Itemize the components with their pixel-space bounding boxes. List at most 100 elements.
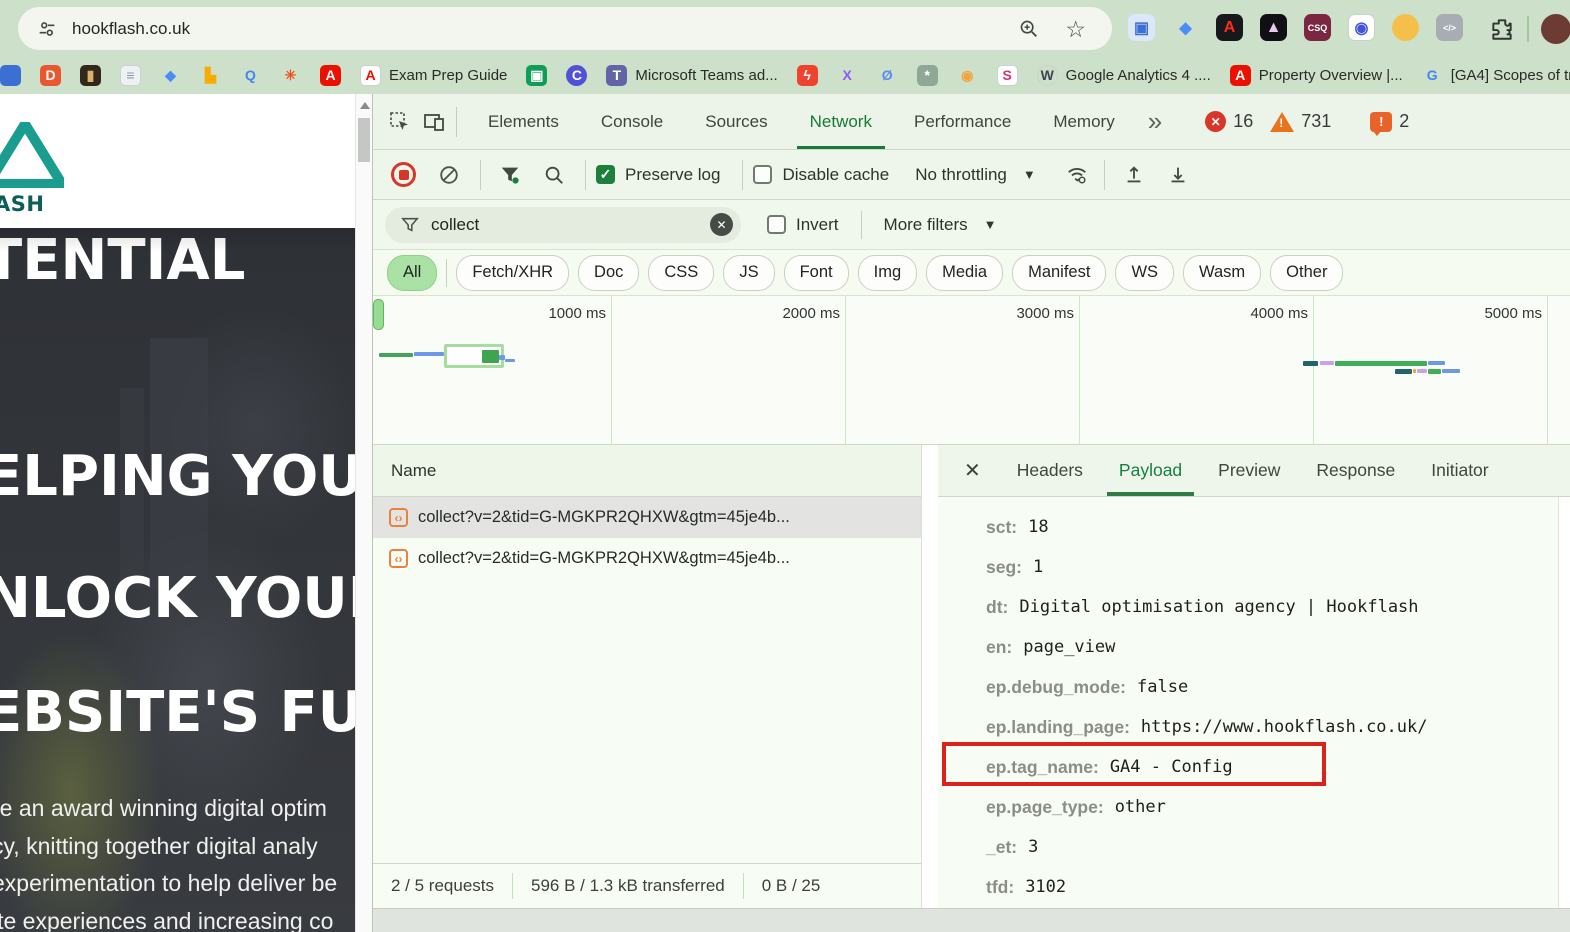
payload-row[interactable]: ep.tag_name: GA4 - Config xyxy=(942,742,1570,787)
extension-icon[interactable]: ◉ xyxy=(1348,14,1375,41)
throttling-select[interactable]: No throttling xyxy=(915,165,1007,185)
export-har-icon[interactable] xyxy=(1167,164,1189,186)
extension-icon[interactable]: </> xyxy=(1436,14,1463,41)
resource-filter-chip[interactable]: CSS xyxy=(648,254,715,291)
search-icon[interactable] xyxy=(543,164,565,186)
panel-scrollbar[interactable] xyxy=(1558,497,1570,908)
requests-table-header[interactable]: Name xyxy=(373,445,921,497)
request-row[interactable]: ‹› collect?v=2&tid=G-MGKPR2QHXW&gtm=45je… xyxy=(373,497,921,538)
bookmark-star-icon[interactable]: ☆ xyxy=(1065,17,1086,40)
payload-row[interactable]: sct: 18 xyxy=(986,507,1570,547)
bookmark-item[interactable] xyxy=(0,64,21,86)
inspect-element-icon[interactable] xyxy=(388,110,412,134)
hookflash-logo-text[interactable]: ASH xyxy=(0,192,44,216)
disable-cache-label[interactable]: Disable cache xyxy=(782,165,889,185)
devtools-tab[interactable]: Performance xyxy=(893,94,1032,149)
extension-icon[interactable]: ▲ xyxy=(1260,14,1287,41)
resource-filter-chip[interactable]: Manifest xyxy=(1012,254,1107,291)
device-toolbar-icon[interactable] xyxy=(422,110,446,134)
payload-row[interactable]: tfd: 3102 xyxy=(986,867,1570,907)
profile-avatar[interactable] xyxy=(1541,14,1570,44)
filter-icon[interactable] xyxy=(499,164,521,186)
clear-filter-icon[interactable]: ✕ xyxy=(710,213,733,236)
payload-row[interactable]: _et: 3 xyxy=(986,827,1570,867)
filter-input[interactable]: collect ✕ xyxy=(385,206,741,243)
bookmark-item[interactable]: ≡ xyxy=(120,64,141,86)
detail-tab[interactable]: Initiator xyxy=(1413,445,1506,496)
bookmark-item[interactable]: S xyxy=(996,64,1018,86)
detail-tab[interactable]: Response xyxy=(1298,445,1413,496)
bookmark-item[interactable]: ◉ xyxy=(957,65,978,86)
import-har-icon[interactable] xyxy=(1123,164,1145,186)
payload-row[interactable]: dt: Digital optimisation agency | Hookfl… xyxy=(986,587,1570,627)
throttling-caret-icon[interactable]: ▼ xyxy=(1023,167,1036,182)
devtools-tab[interactable]: Network xyxy=(789,94,893,149)
extension-icon[interactable]: CSQ xyxy=(1304,14,1331,41)
name-column-header[interactable]: Name xyxy=(391,461,436,481)
bookmark-item[interactable]: * xyxy=(916,64,938,86)
scrollbar-up-arrow-icon[interactable] xyxy=(360,102,370,109)
resource-filter-chip[interactable]: Wasm xyxy=(1183,254,1262,291)
extension-icon[interactable]: A xyxy=(1216,14,1243,41)
payload-row[interactable]: ep.landing_page: https://www.hookflash.c… xyxy=(986,707,1570,747)
overview-left-handle[interactable] xyxy=(373,299,384,330)
detail-tab[interactable]: Headers xyxy=(999,445,1101,496)
resource-filter-chip[interactable]: Img xyxy=(857,254,918,291)
invert-checkbox[interactable] xyxy=(767,215,786,234)
extension-icon[interactable]: ▣ xyxy=(1128,14,1155,41)
payload-row[interactable]: ep.page_type: other xyxy=(986,787,1570,827)
request-row[interactable]: ‹› collect?v=2&tid=G-MGKPR2QHXW&gtm=45je… xyxy=(373,538,921,579)
address-bar[interactable]: hookflash.co.uk ☆ xyxy=(18,7,1112,50)
extension-icon[interactable]: ◆ xyxy=(1172,14,1199,41)
bookmark-item[interactable]: D xyxy=(40,64,61,86)
devtools-tab[interactable]: Elements xyxy=(467,94,580,149)
bookmark-item[interactable]: G [GA4] Scopes of traf... xyxy=(1422,65,1570,86)
page-scrollbar[interactable] xyxy=(355,94,372,932)
preserve-log-checkbox[interactable]: ✓ xyxy=(596,165,615,184)
zoom-icon[interactable] xyxy=(1018,18,1040,40)
site-settings-icon[interactable] xyxy=(36,18,58,40)
network-conditions-icon[interactable] xyxy=(1066,164,1088,186)
bookmark-item[interactable]: T Microsoft Teams ad... xyxy=(606,64,778,86)
scrollbar-thumb[interactable] xyxy=(358,118,370,162)
more-filters-caret-icon[interactable]: ▼ xyxy=(984,217,997,232)
pane-splitter[interactable] xyxy=(921,445,938,908)
resource-filter-chip[interactable]: All xyxy=(387,254,448,291)
invert-label[interactable]: Invert xyxy=(796,215,839,235)
resource-filter-chip[interactable]: Font xyxy=(783,254,849,291)
devtools-tab[interactable]: Memory xyxy=(1032,94,1135,149)
devtools-tab[interactable]: Sources xyxy=(684,94,788,149)
network-overview-timeline[interactable]: 1000 ms 2000 ms 3000 ms 4000 ms 5000 ms xyxy=(373,296,1570,445)
more-filters-button[interactable]: More filters xyxy=(884,215,968,235)
extensions-puzzle-icon[interactable] xyxy=(1489,16,1515,42)
bookmark-item[interactable]: X xyxy=(837,65,858,86)
filter-value[interactable]: collect xyxy=(431,215,479,235)
bookmark-item[interactable]: C xyxy=(566,64,588,86)
bookmark-item[interactable]: ✳ xyxy=(280,65,301,86)
bookmark-item[interactable]: A xyxy=(320,64,341,86)
issues-icon[interactable]: ! xyxy=(1370,111,1393,136)
resource-filter-chip[interactable]: Media xyxy=(926,254,1004,291)
preserve-log-label[interactable]: Preserve log xyxy=(625,165,720,185)
extension-icon[interactable] xyxy=(1392,14,1419,41)
bookmark-item[interactable]: A Exam Prep Guide xyxy=(360,64,507,86)
payload-row[interactable]: ep.debug_mode: false xyxy=(986,667,1570,707)
resource-filter-chip[interactable]: WS xyxy=(1115,254,1175,291)
close-panel-icon[interactable]: ✕ xyxy=(964,458,981,483)
bookmark-item[interactable]: ▮ xyxy=(80,64,101,86)
bookmark-item[interactable]: ▣ xyxy=(526,64,548,86)
detail-tab[interactable]: Payload xyxy=(1101,445,1200,496)
record-button[interactable] xyxy=(391,162,416,187)
detail-tab[interactable]: Preview xyxy=(1200,445,1298,496)
url-text[interactable]: hookflash.co.uk xyxy=(72,19,190,39)
resource-filter-chip[interactable]: Doc xyxy=(578,254,640,291)
resource-filter-chip[interactable]: Other xyxy=(1270,254,1344,291)
payload-row[interactable]: en: page_view xyxy=(986,627,1570,667)
resource-filter-chip[interactable]: Fetch/XHR xyxy=(456,254,570,291)
payload-row[interactable]: seg: 1 xyxy=(986,547,1570,587)
bookmark-item[interactable]: ϟ xyxy=(796,64,818,86)
bookmark-item[interactable]: ▙ xyxy=(200,65,221,86)
bookmark-item[interactable]: Q xyxy=(240,65,261,86)
bookmark-item[interactable]: W Google Analytics 4 .... xyxy=(1036,64,1211,86)
devtools-tab[interactable]: Console xyxy=(580,94,684,149)
